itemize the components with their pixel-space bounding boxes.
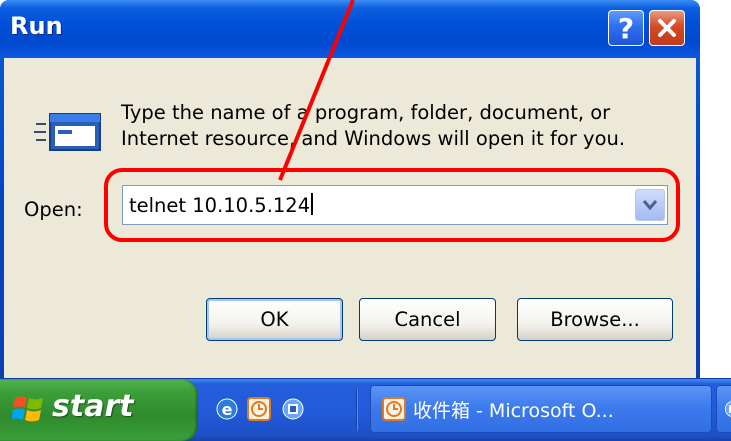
- open-combobox[interactable]: telnet 10.10.5.124: [122, 185, 668, 225]
- app-icon: [724, 401, 731, 417]
- cancel-button[interactable]: Cancel: [359, 298, 496, 341]
- run-dialog: Run ? Type the name of a program, folder…: [0, 0, 700, 378]
- taskbar-separator: [356, 389, 358, 431]
- close-button[interactable]: [649, 10, 685, 46]
- app-icon[interactable]: [280, 396, 306, 422]
- task-button-inbox[interactable]: 收件箱 - Microsoft O...: [370, 385, 712, 433]
- start-button[interactable]: start: [0, 379, 198, 441]
- browse-button[interactable]: Browse...: [517, 298, 673, 341]
- open-label: Open:: [24, 198, 83, 221]
- taskbar: start e 收件箱 - Microsoft O...: [0, 378, 731, 441]
- prompt-text: Type the name of a program, folder, docu…: [121, 100, 661, 152]
- open-input-value: telnet 10.10.5.124: [129, 194, 311, 217]
- run-window-icon: [34, 113, 101, 151]
- dialog-body: Type the name of a program, folder, docu…: [4, 58, 696, 378]
- window-title: Run: [10, 12, 63, 40]
- help-button[interactable]: ?: [608, 10, 644, 46]
- title-bar[interactable]: Run ?: [0, 0, 700, 58]
- task-button-label: 收件箱 - Microsoft O...: [413, 399, 614, 422]
- svg-text:e: e: [222, 400, 233, 419]
- dropdown-button[interactable]: [635, 189, 665, 221]
- ok-button[interactable]: OK: [206, 298, 343, 341]
- chevron-down-icon: [642, 200, 658, 211]
- prompt-line-1: Type the name of a program, folder, docu…: [121, 101, 611, 124]
- task-button-partial[interactable]: [716, 385, 731, 433]
- ie-icon[interactable]: e: [214, 396, 240, 422]
- start-label: start: [52, 389, 134, 424]
- windows-flag-icon: [12, 396, 43, 422]
- clock-app-icon: [382, 397, 406, 421]
- open-input[interactable]: telnet 10.10.5.124: [129, 193, 314, 217]
- text-caret: [311, 193, 314, 215]
- close-icon: [658, 19, 676, 37]
- clock-app-icon[interactable]: [246, 396, 272, 422]
- prompt-line-2: Internet resource, and Windows will open…: [121, 127, 626, 150]
